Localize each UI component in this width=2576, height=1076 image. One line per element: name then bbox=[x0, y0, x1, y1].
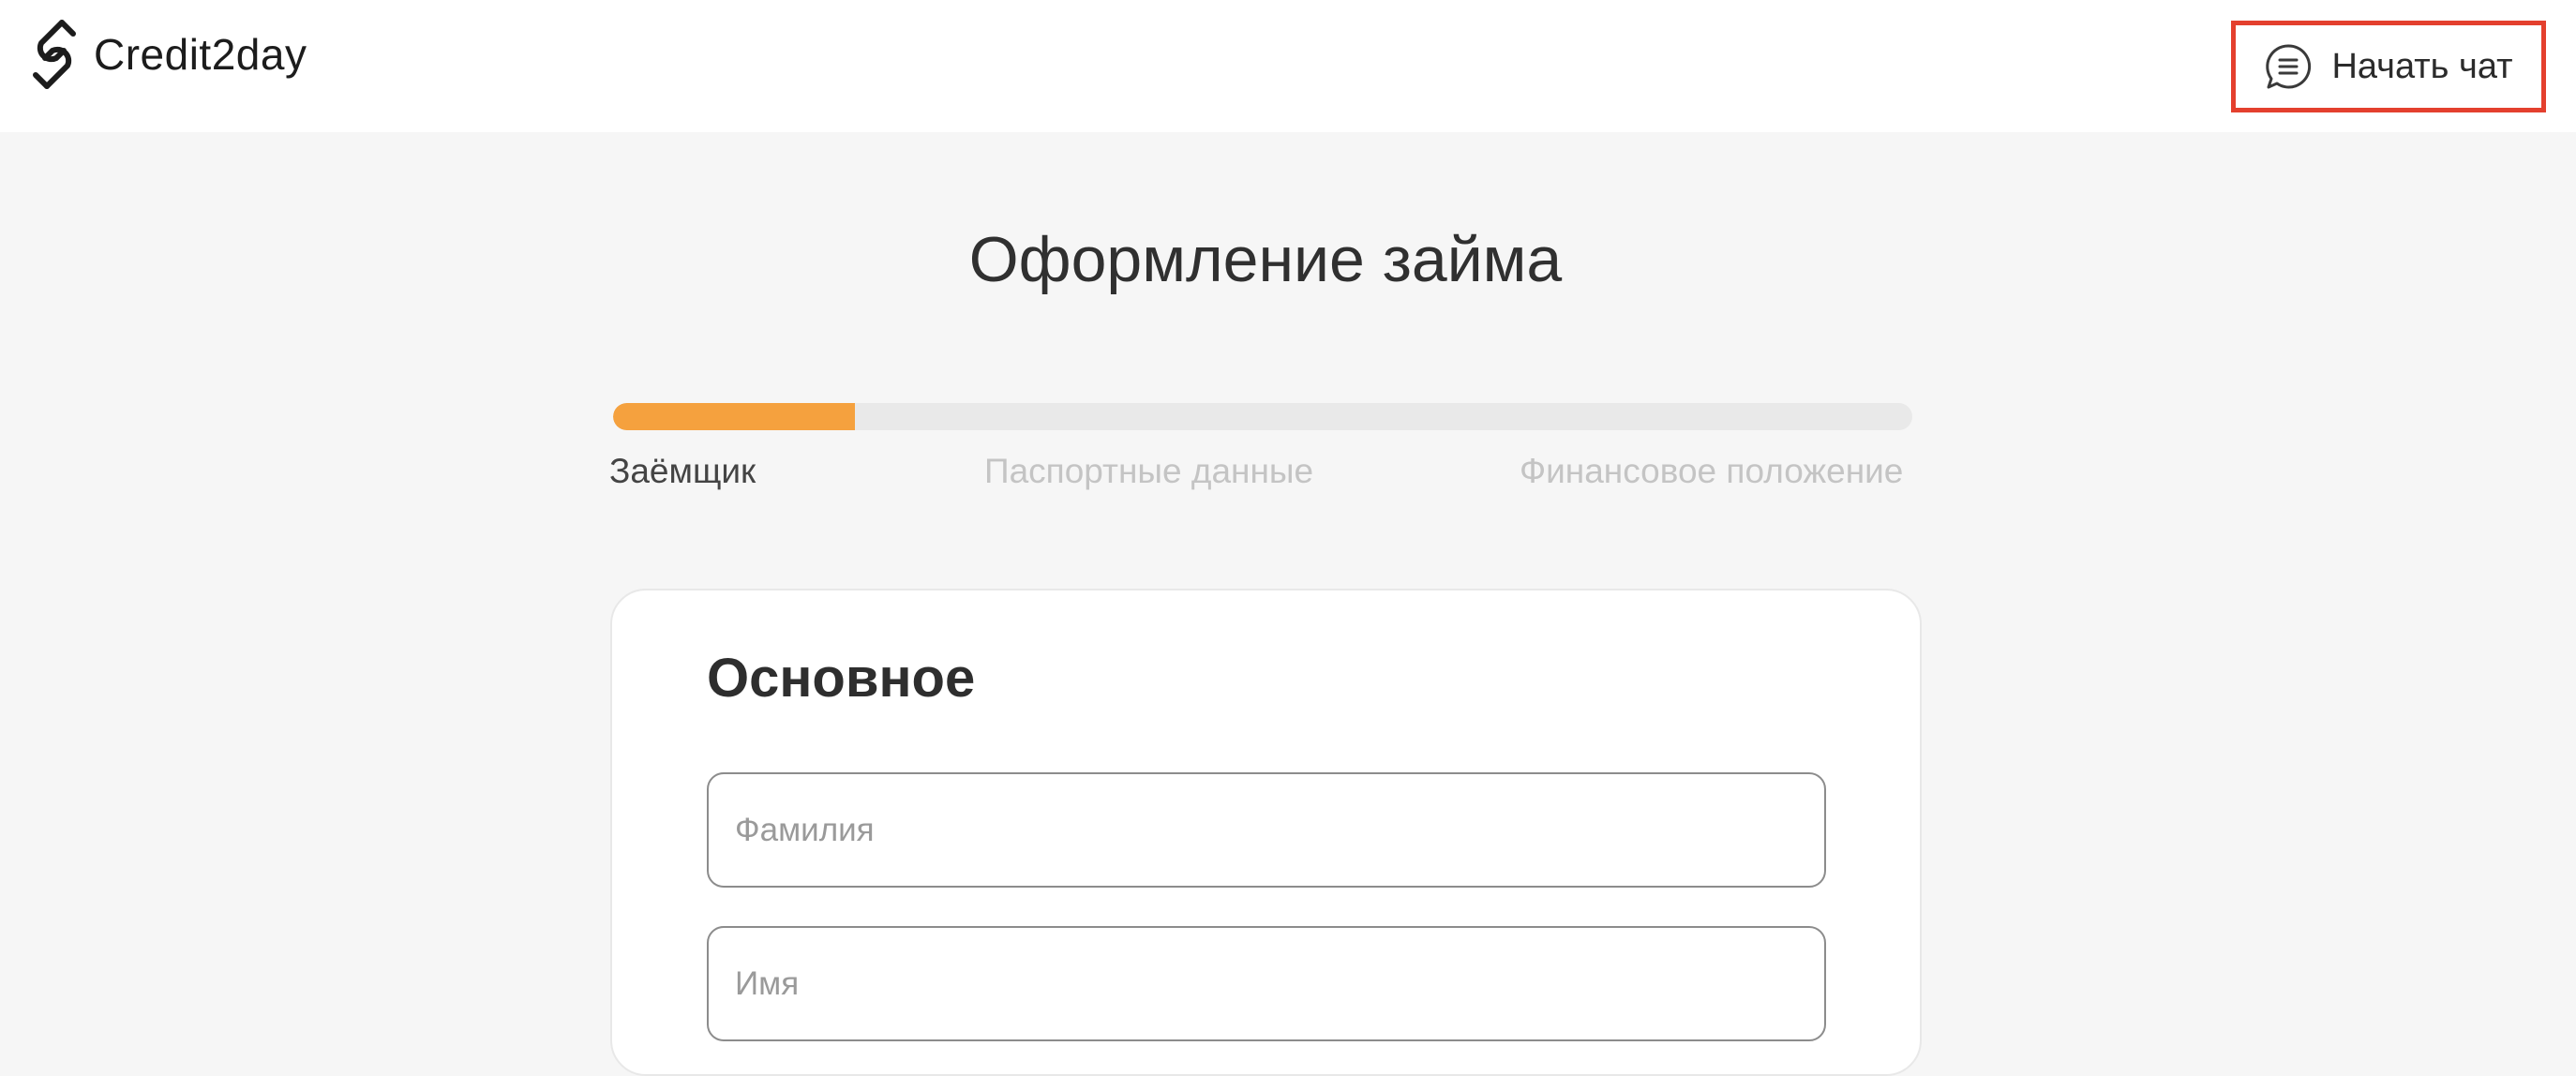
logo-text: Credit2day bbox=[94, 30, 307, 79]
first-name-input[interactable] bbox=[707, 926, 1826, 1041]
credit2day-logo-icon bbox=[33, 20, 76, 89]
logo[interactable]: Credit2day bbox=[24, 17, 307, 92]
step-passport-data: Паспортные данные bbox=[984, 452, 1314, 490]
page-title: Оформление займа bbox=[968, 224, 1563, 295]
progress-bar bbox=[613, 403, 1912, 430]
progress-bar-fill bbox=[613, 403, 855, 430]
start-chat-button[interactable]: Начать чат bbox=[2231, 21, 2546, 112]
step-borrower: Заёмщик bbox=[609, 452, 756, 490]
site-header: Credit2day Начать чат bbox=[0, 0, 2576, 132]
form-card: Основное bbox=[610, 589, 1922, 1076]
last-name-input[interactable] bbox=[707, 772, 1826, 888]
chat-bubble-icon bbox=[2266, 44, 2312, 89]
section-title: Основное bbox=[707, 648, 976, 709]
step-financial-status: Финансовое положение bbox=[1520, 452, 1904, 490]
start-chat-label: Начать чат bbox=[2331, 46, 2513, 86]
